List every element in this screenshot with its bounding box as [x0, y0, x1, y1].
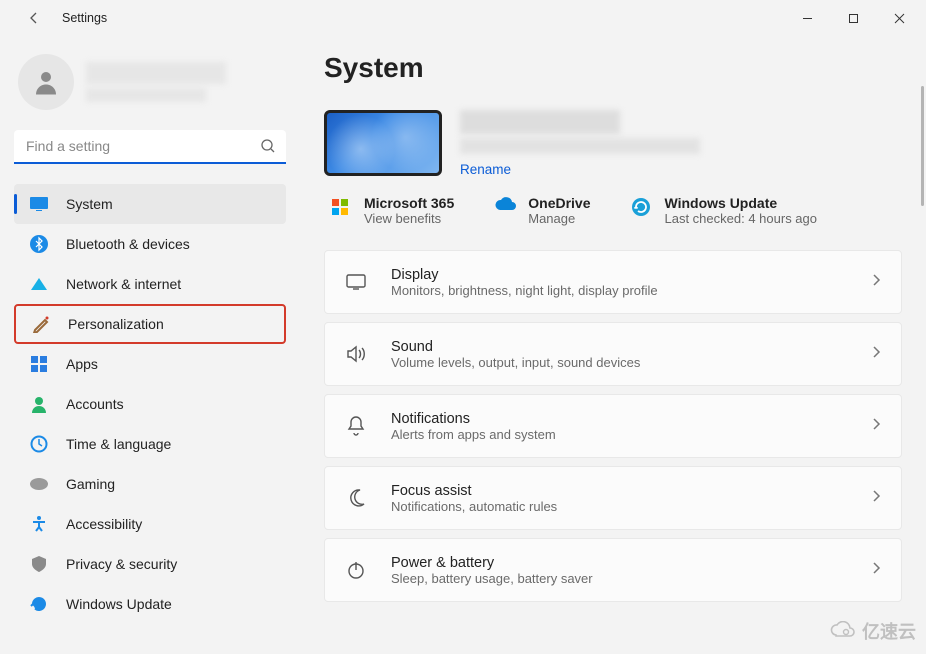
sound-icon [343, 341, 369, 367]
sidebar-item-label: Time & language [66, 436, 171, 452]
card-sub: Volume levels, output, input, sound devi… [391, 355, 871, 370]
sidebar-item-accessibility[interactable]: Accessibility [14, 504, 286, 544]
watermark-text: 亿速云 [862, 618, 916, 644]
gaming-icon [28, 473, 50, 495]
card-display[interactable]: Display Monitors, brightness, night ligh… [324, 250, 902, 314]
card-title: Display [391, 267, 871, 283]
scrollbar[interactable] [921, 86, 924, 206]
service-row: Microsoft 365 View benefits OneDrive Man… [324, 195, 902, 226]
sidebar-item-gaming[interactable]: Gaming [14, 464, 286, 504]
service-windows-update[interactable]: Windows Update Last checked: 4 hours ago [631, 195, 818, 226]
chevron-right-icon [871, 273, 881, 292]
maximize-button[interactable] [830, 2, 876, 34]
search-box[interactable] [14, 130, 286, 164]
apps-icon [28, 353, 50, 375]
search-input[interactable] [14, 130, 286, 164]
personalization-icon [30, 313, 52, 335]
nav-list: System Bluetooth & devices Network & int… [14, 184, 286, 624]
title-bar: Settings [0, 0, 926, 36]
sidebar-item-label: Accounts [66, 396, 124, 412]
card-sub: Monitors, brightness, night light, displ… [391, 283, 871, 298]
sidebar-item-label: Accessibility [66, 516, 142, 532]
card-title: Power & battery [391, 555, 871, 571]
card-title: Sound [391, 339, 871, 355]
settings-cards: Display Monitors, brightness, night ligh… [324, 250, 902, 602]
service-title: Microsoft 365 [364, 195, 454, 211]
sidebar-item-apps[interactable]: Apps [14, 344, 286, 384]
back-button[interactable] [18, 2, 50, 34]
device-thumbnail[interactable] [324, 110, 442, 176]
user-name-redacted [86, 62, 226, 84]
device-summary: Rename [324, 110, 902, 177]
privacy-icon [28, 553, 50, 575]
power-icon [343, 557, 369, 583]
window-title: Settings [62, 11, 107, 25]
service-title: OneDrive [528, 195, 590, 211]
service-microsoft-365[interactable]: Microsoft 365 View benefits [330, 195, 454, 226]
system-icon [28, 193, 50, 215]
card-sub: Notifications, automatic rules [391, 499, 871, 514]
chevron-right-icon [871, 345, 881, 364]
card-sub: Alerts from apps and system [391, 427, 871, 442]
main-content: System Rename Microsoft 365 View benefit… [300, 36, 926, 654]
accessibility-icon [28, 513, 50, 535]
card-notifications[interactable]: Notifications Alerts from apps and syste… [324, 394, 902, 458]
sidebar-item-label: Apps [66, 356, 98, 372]
sidebar-item-windows-update[interactable]: Windows Update [14, 584, 286, 624]
avatar [18, 54, 74, 110]
card-sub: Sleep, battery usage, battery saver [391, 571, 871, 586]
watermark: 亿速云 [828, 618, 916, 644]
time-language-icon [28, 433, 50, 455]
bell-icon [343, 413, 369, 439]
user-email-redacted [86, 88, 206, 102]
sidebar-item-label: Bluetooth & devices [66, 236, 190, 252]
bluetooth-icon [28, 233, 50, 255]
rename-link[interactable]: Rename [460, 162, 700, 177]
accounts-icon [28, 393, 50, 415]
service-onedrive[interactable]: OneDrive Manage [494, 195, 590, 226]
card-sound[interactable]: Sound Volume levels, output, input, soun… [324, 322, 902, 386]
sidebar-item-label: Windows Update [66, 596, 172, 612]
sidebar-item-label: Gaming [66, 476, 115, 492]
card-title: Focus assist [391, 483, 871, 499]
onedrive-icon [494, 197, 516, 219]
service-title: Windows Update [665, 195, 818, 211]
sidebar-item-privacy[interactable]: Privacy & security [14, 544, 286, 584]
sidebar-item-personalization[interactable]: Personalization [14, 304, 286, 344]
windows-update-icon [28, 593, 50, 615]
sidebar: System Bluetooth & devices Network & int… [0, 36, 300, 654]
sidebar-item-network[interactable]: Network & internet [14, 264, 286, 304]
close-button[interactable] [876, 2, 922, 34]
network-icon [28, 273, 50, 295]
sidebar-item-label: System [66, 196, 113, 212]
service-sub: View benefits [364, 211, 454, 226]
sidebar-item-accounts[interactable]: Accounts [14, 384, 286, 424]
minimize-button[interactable] [784, 2, 830, 34]
ms365-icon [330, 197, 352, 219]
service-sub: Manage [528, 211, 590, 226]
sidebar-item-label: Personalization [68, 316, 164, 332]
sidebar-item-time-language[interactable]: Time & language [14, 424, 286, 464]
device-spec-redacted [460, 138, 700, 154]
chevron-right-icon [871, 489, 881, 508]
card-title: Notifications [391, 411, 871, 427]
display-icon [343, 269, 369, 295]
sidebar-item-bluetooth[interactable]: Bluetooth & devices [14, 224, 286, 264]
search-icon [260, 138, 276, 159]
sidebar-item-label: Privacy & security [66, 556, 177, 572]
user-block[interactable] [14, 54, 286, 110]
device-name-redacted [460, 110, 620, 134]
windows-update-service-icon [631, 197, 653, 219]
sidebar-item-system[interactable]: System [14, 184, 286, 224]
service-sub: Last checked: 4 hours ago [665, 211, 818, 226]
chevron-right-icon [871, 417, 881, 436]
sidebar-item-label: Network & internet [66, 276, 181, 292]
chevron-right-icon [871, 561, 881, 580]
card-power-battery[interactable]: Power & battery Sleep, battery usage, ba… [324, 538, 902, 602]
page-title: System [324, 52, 902, 84]
card-focus-assist[interactable]: Focus assist Notifications, automatic ru… [324, 466, 902, 530]
moon-icon [343, 485, 369, 511]
